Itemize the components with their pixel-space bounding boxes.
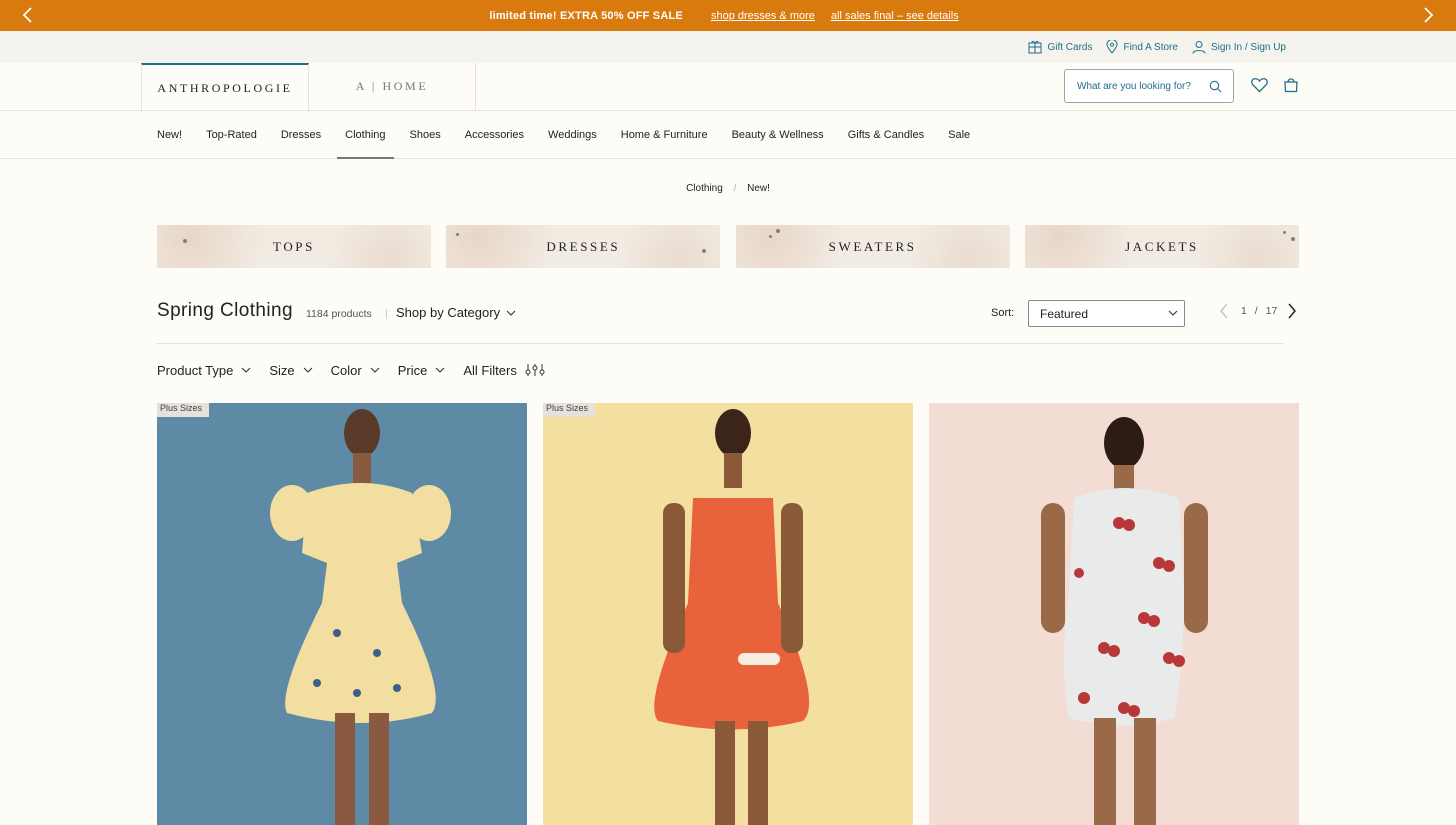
filter-label: Product Type (157, 362, 234, 378)
filter-color[interactable]: Color (331, 363, 380, 378)
chevron-down-icon (241, 367, 251, 373)
chevron-down-icon (303, 367, 313, 373)
category-tile-label: TOPS (273, 238, 315, 254)
shop-by-category-label: Shop by Category (396, 305, 501, 320)
heart-icon[interactable] (1251, 77, 1268, 93)
product-card[interactable]: Plus Sizes (543, 403, 913, 825)
product-image[interactable] (929, 403, 1299, 825)
product-card[interactable] (929, 403, 1299, 825)
shopping-bag-icon[interactable] (1283, 77, 1299, 93)
chevron-down-icon (370, 367, 380, 373)
chevron-down-icon (506, 310, 516, 316)
sort-label: Sort: (991, 307, 1015, 319)
sign-in-link[interactable]: Sign In / Sign Up (1192, 40, 1286, 54)
product-image[interactable] (543, 403, 913, 825)
nav-item-accessories[interactable]: Accessories (465, 111, 524, 158)
main-nav: New! Top-Rated Dresses Clothing Shoes Accesso… (0, 111, 1456, 159)
search-box[interactable] (1064, 69, 1234, 103)
listing-header: Spring Clothing 1184 products Shop by Ca… (157, 298, 1299, 328)
filter-price[interactable]: Price (398, 363, 446, 378)
prev-page-icon[interactable] (1219, 303, 1229, 319)
user-icon (1192, 41, 1206, 54)
nav-item-beauty-wellness[interactable]: Beauty & Wellness (732, 111, 824, 158)
find-store-link[interactable]: Find A Store (1106, 40, 1178, 54)
category-tile-label: DRESSES (546, 238, 621, 254)
nav-item-top-rated[interactable]: Top-Rated (206, 111, 257, 158)
chevron-right-icon[interactable] (1418, 5, 1438, 25)
category-tile-tops[interactable]: TOPS (157, 225, 431, 268)
sign-in-label: Sign In / Sign Up (1210, 41, 1286, 53)
location-pin-icon (1106, 40, 1118, 54)
category-tile-jackets[interactable]: JACKETS (1024, 225, 1299, 268)
gift-icon (1028, 40, 1042, 54)
promo-link-shop-dresses[interactable]: shop dresses & more (711, 10, 815, 22)
product-count: 1184 products (306, 308, 372, 320)
nav-item-home-furniture[interactable]: Home & Furniture (621, 111, 708, 158)
plus-sizes-badge: Plus Sizes (157, 403, 210, 417)
pagination: 1 / 17 (1219, 303, 1297, 319)
nav-item-clothing[interactable]: Clothing (337, 111, 394, 159)
page-total: 17 (1265, 305, 1278, 317)
search-input[interactable] (1075, 79, 1209, 93)
breadcrumb: Clothing / New! (0, 183, 1456, 194)
chevron-left-icon[interactable] (18, 5, 38, 25)
promo-link-sales-final[interactable]: all sales final – see details (831, 10, 959, 22)
site-header: ANTHROPOLOGIE A | HOME (0, 63, 1456, 112)
nav-item-dresses[interactable]: Dresses (281, 111, 321, 158)
plus-sizes-badge: Plus Sizes (543, 403, 596, 417)
page-indicator: 1 / 17 (1241, 305, 1277, 317)
nav-item-weddings[interactable]: Weddings (548, 111, 597, 158)
next-page-icon[interactable] (1287, 303, 1297, 319)
gift-cards-link[interactable]: Gift Cards (1028, 40, 1092, 54)
page-separator: / (1254, 305, 1258, 317)
category-tile-sweaters[interactable]: SWEATERS (735, 225, 1010, 268)
utility-bar: Gift Cards Find A Store Sign In / Sign U… (0, 31, 1456, 63)
chevron-down-icon (1168, 310, 1178, 316)
filter-label: All Filters (463, 362, 517, 378)
search-icon[interactable] (1209, 80, 1222, 93)
brand-tab-anthropologie[interactable]: ANTHROPOLOGIE (141, 63, 309, 112)
nav-item-new[interactable]: New! (157, 111, 182, 158)
filter-label: Color (330, 362, 362, 378)
find-store-label: Find A Store (1123, 41, 1178, 53)
promo-banner: limited time! EXTRA 50% OFF SALE shop dr… (0, 0, 1456, 31)
category-tile-label: JACKETS (1125, 238, 1199, 254)
category-tiles: TOPS DRESSES SWEATERS JACKETS (157, 225, 1299, 268)
filter-label: Size (269, 362, 295, 378)
promo-message: limited time! EXTRA 50% OFF SALE (489, 9, 683, 22)
filter-product-type[interactable]: Product Type (157, 363, 251, 378)
category-tile-dresses[interactable]: DRESSES (446, 225, 721, 268)
divider (386, 309, 387, 319)
filter-label: Price (397, 362, 428, 378)
filter-size[interactable]: Size (269, 362, 313, 378)
chevron-down-icon (435, 367, 445, 373)
gift-cards-label: Gift Cards (1047, 41, 1093, 53)
nav-item-sale[interactable]: Sale (948, 111, 970, 158)
category-tile-label: SWEATERS (828, 238, 917, 254)
filter-bar: Product Type Size Color Price All Filter… (157, 360, 563, 380)
divider (157, 343, 1284, 344)
breadcrumb-separator: / (733, 183, 737, 194)
nav-item-gifts-candles[interactable]: Gifts & Candles (848, 111, 924, 158)
nav-item-shoes[interactable]: Shoes (410, 111, 441, 158)
sort-value: Featured (1040, 307, 1089, 321)
page-current: 1 (1241, 305, 1247, 317)
product-card[interactable]: Plus Sizes (157, 403, 527, 825)
breadcrumb-current: New! (747, 183, 770, 194)
sliders-icon (525, 364, 545, 376)
shop-by-category-dropdown[interactable]: Shop by Category (396, 305, 516, 320)
product-grid: Plus Sizes Plus Sizes (157, 403, 1299, 825)
brand-tab-home[interactable]: A | HOME (309, 63, 476, 110)
page-title: Spring Clothing (157, 300, 293, 321)
sort-select[interactable]: Featured (1028, 300, 1185, 327)
filter-all-filters[interactable]: All Filters (463, 362, 545, 378)
breadcrumb-clothing[interactable]: Clothing (686, 183, 723, 194)
product-image[interactable] (157, 403, 527, 825)
